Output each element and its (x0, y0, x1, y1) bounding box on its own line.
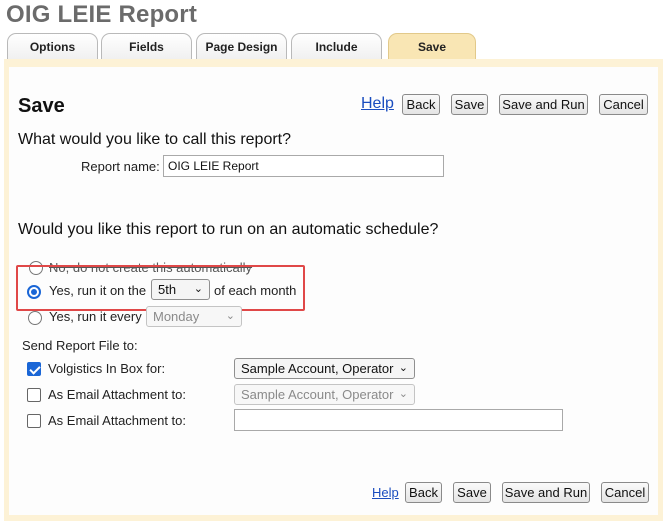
weekly-day-select[interactable]: Monday ⌄ (146, 306, 242, 327)
back-button-bottom[interactable]: Back (405, 482, 442, 503)
inbox-recipient-value: Sample Account, Operator (241, 361, 394, 376)
chevron-down-icon: ⌄ (398, 388, 408, 400)
send-heading: Send Report File to: (22, 338, 138, 353)
inbox-checkbox[interactable] (27, 362, 41, 376)
monthly-suffix-label: of each month (214, 283, 297, 298)
back-button-top[interactable]: Back (402, 94, 440, 115)
email2-label: As Email Attachment to: (48, 413, 187, 428)
tab-fields[interactable]: Fields (101, 33, 192, 59)
email1-label: As Email Attachment to: (48, 387, 187, 402)
radio-monthly-label: Yes, run it on the (49, 283, 147, 298)
weekly-day-value: Monday (153, 309, 200, 324)
email1-recipient-value: Sample Account, Operator (241, 387, 394, 402)
tab-options[interactable]: Options (7, 33, 98, 59)
schedule-question: Would you like this report to run on an … (18, 221, 439, 238)
inbox-label: Volgistics In Box for: (48, 361, 166, 376)
tab-include[interactable]: Include (291, 33, 382, 59)
chevron-down-icon: ⌄ (398, 362, 408, 374)
chevron-down-icon: ⌄ (193, 283, 203, 295)
radio-weekly[interactable] (28, 311, 42, 325)
app-title: OIG LEIE Report (6, 1, 198, 28)
help-link-bottom[interactable]: Help (372, 485, 399, 500)
cancel-button-bottom[interactable]: Cancel (601, 482, 649, 503)
email2-checkbox[interactable] (27, 414, 41, 428)
save-button-bottom[interactable]: Save (453, 482, 491, 503)
radio-weekly-label: Yes, run it every (49, 309, 142, 324)
radio-monthly[interactable] (27, 285, 41, 299)
save-button-top[interactable]: Save (451, 94, 488, 115)
help-link-top[interactable]: Help (361, 95, 394, 113)
page-title: Save (18, 95, 65, 117)
name-question: What would you like to call this report? (18, 131, 292, 148)
save-and-run-button-top[interactable]: Save and Run (499, 94, 588, 115)
tab-save[interactable]: Save (388, 33, 476, 60)
inbox-recipient-select[interactable]: Sample Account, Operator ⌄ (234, 358, 415, 379)
report-name-label: Report name: (81, 159, 160, 174)
report-name-input[interactable] (163, 155, 444, 177)
tab-page-design[interactable]: Page Design (196, 33, 287, 59)
cancel-button-top[interactable]: Cancel (599, 94, 648, 115)
email1-checkbox[interactable] (27, 388, 41, 402)
email1-recipient-select[interactable]: Sample Account, Operator ⌄ (234, 384, 415, 405)
email2-input[interactable] (234, 409, 563, 431)
chevron-down-icon: ⌄ (225, 310, 235, 322)
save-and-run-button-bottom[interactable]: Save and Run (502, 482, 590, 503)
monthly-day-select[interactable]: 5th ⌄ (151, 279, 210, 300)
tab-bar: Options Fields Page Design Include Save (0, 33, 667, 60)
monthly-day-value: 5th (158, 282, 177, 297)
